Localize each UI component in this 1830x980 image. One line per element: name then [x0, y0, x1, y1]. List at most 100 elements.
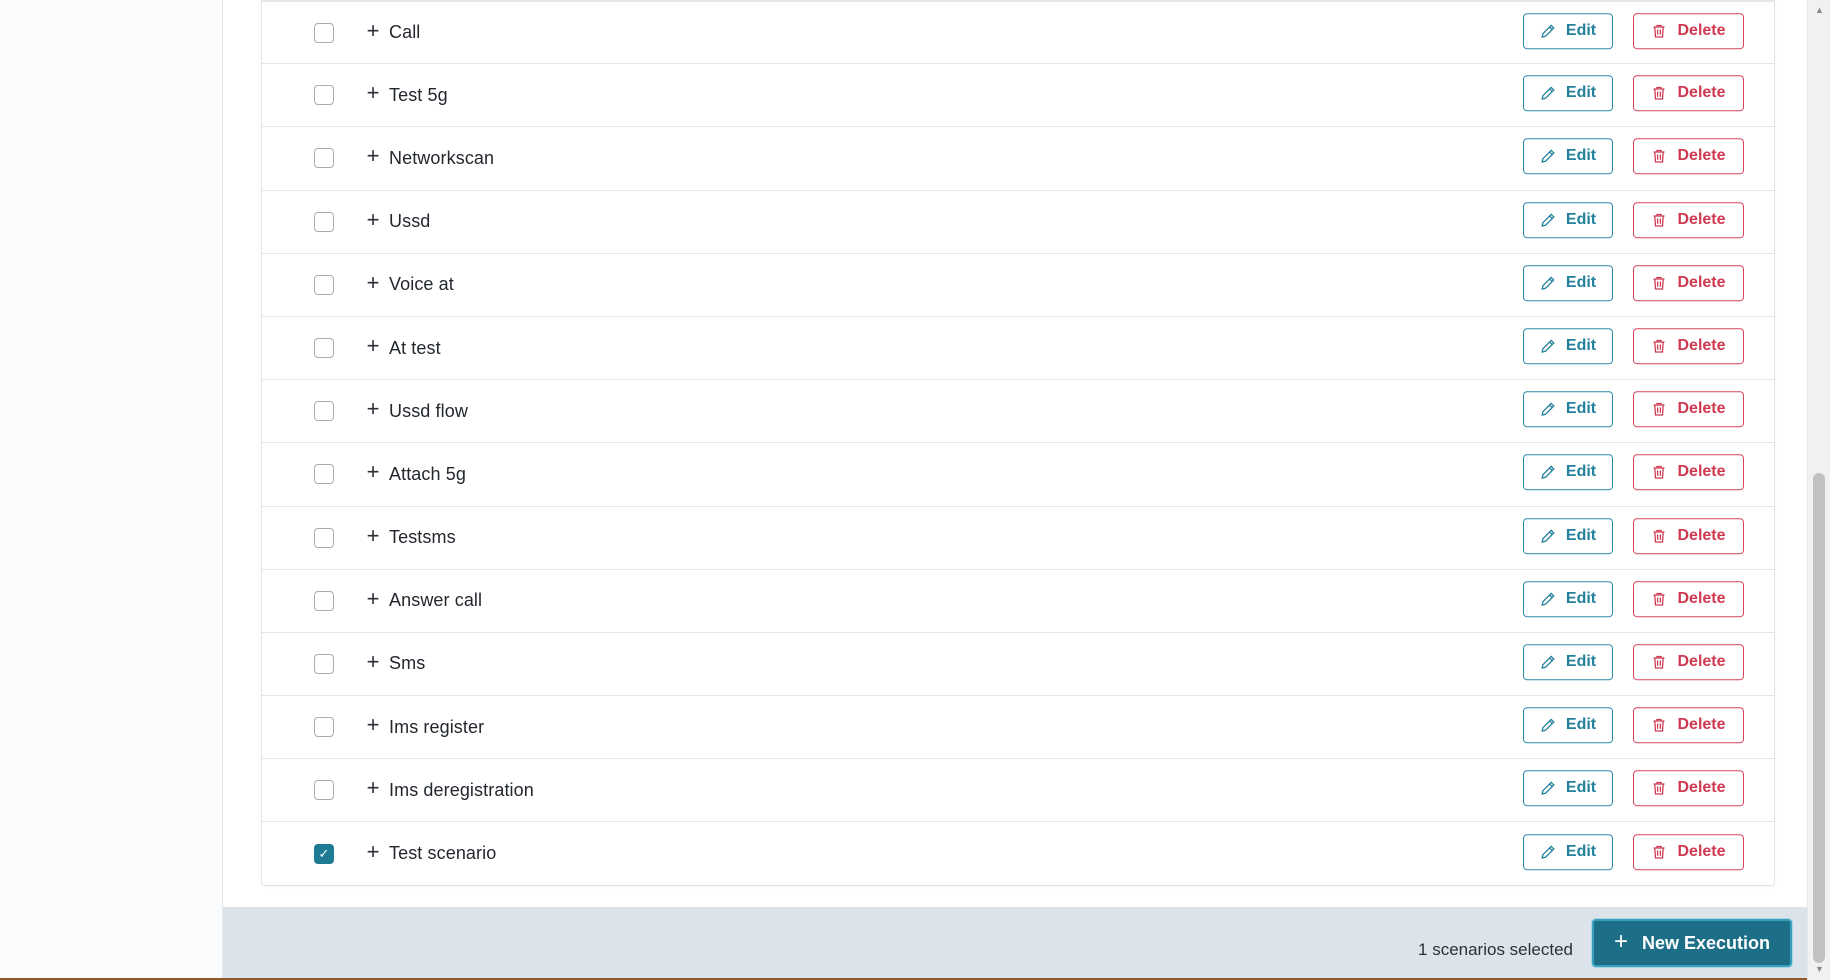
edit-button[interactable]: Edit: [1523, 138, 1613, 175]
edit-label: Edit: [1565, 274, 1597, 292]
pencil-icon: [1540, 844, 1556, 860]
scenario-checkbox[interactable]: [314, 717, 334, 738]
scenario-name: Voice at: [389, 274, 454, 295]
scenario-name: Networkscan: [389, 147, 495, 168]
pencil-icon: [1540, 781, 1556, 797]
delete-button[interactable]: Delete: [1633, 454, 1744, 491]
scenario-name: Sms: [389, 653, 426, 674]
plus-icon: +: [1613, 927, 1628, 955]
edit-button[interactable]: Edit: [1523, 265, 1613, 302]
expand-plus-icon[interactable]: +: [364, 208, 382, 230]
selected-count-text: 1 scenarios selected: [1418, 940, 1573, 959]
delete-button[interactable]: Delete: [1633, 517, 1744, 554]
scenario-name: Test scenario: [389, 843, 497, 864]
pencil-icon: [1540, 717, 1556, 733]
expand-plus-icon[interactable]: +: [364, 650, 382, 672]
edit-button[interactable]: Edit: [1523, 328, 1613, 365]
delete-button[interactable]: Delete: [1633, 75, 1744, 112]
delete-button[interactable]: Delete: [1633, 391, 1744, 428]
expand-plus-icon[interactable]: +: [364, 82, 382, 104]
scenario-row: + Ussd Edit Delete: [262, 189, 1774, 253]
delete-button[interactable]: Delete: [1633, 12, 1744, 49]
delete-button[interactable]: Delete: [1633, 707, 1744, 744]
pencil-icon: [1540, 149, 1556, 165]
scenario-checkbox[interactable]: ✓: [314, 843, 334, 864]
delete-label: Delete: [1677, 84, 1726, 102]
scenario-checkbox[interactable]: [314, 527, 334, 548]
delete-label: Delete: [1677, 653, 1726, 671]
delete-button[interactable]: Delete: [1633, 770, 1744, 807]
selection-footer: 1 scenarios selected + New Execution: [223, 907, 1807, 980]
delete-label: Delete: [1677, 463, 1726, 481]
pencil-icon: [1540, 23, 1556, 39]
delete-label: Delete: [1677, 147, 1726, 165]
delete-button[interactable]: Delete: [1633, 201, 1744, 238]
scenario-checkbox[interactable]: [314, 274, 334, 295]
expand-plus-icon[interactable]: +: [364, 334, 382, 356]
scenario-checkbox[interactable]: [314, 401, 334, 422]
scenario-checkbox[interactable]: [314, 780, 334, 801]
edit-button[interactable]: Edit: [1523, 454, 1613, 491]
delete-label: Delete: [1677, 716, 1726, 734]
edit-button[interactable]: Edit: [1523, 580, 1613, 617]
trash-icon: [1651, 212, 1667, 228]
expand-plus-icon[interactable]: +: [364, 271, 382, 293]
trash-icon: [1651, 338, 1667, 354]
expand-plus-icon[interactable]: +: [364, 524, 382, 546]
expand-plus-icon[interactable]: +: [364, 398, 382, 420]
edit-button[interactable]: Edit: [1523, 770, 1613, 807]
left-sidebar-area: [0, 0, 223, 980]
delete-button[interactable]: Delete: [1633, 328, 1744, 365]
delete-button[interactable]: Delete: [1633, 138, 1744, 175]
scenarios-table: + Call Edit Delete + Test 5g Edit Delete…: [261, 0, 1775, 886]
edit-button[interactable]: Edit: [1523, 201, 1613, 238]
scenario-checkbox[interactable]: [314, 148, 334, 169]
scenario-row: + Test 5g Edit Delete: [262, 63, 1774, 126]
scenario-checkbox[interactable]: [314, 653, 334, 674]
edit-label: Edit: [1565, 779, 1597, 797]
scroll-down-arrow-icon[interactable]: ▼: [1808, 961, 1830, 978]
scroll-up-arrow-icon[interactable]: ▲: [1808, 2, 1830, 19]
scenario-name: Ims register: [389, 716, 485, 737]
edit-button[interactable]: Edit: [1523, 75, 1613, 112]
edit-button[interactable]: Edit: [1523, 12, 1613, 49]
scenario-name: Testsms: [389, 527, 456, 548]
edit-label: Edit: [1565, 589, 1597, 607]
new-execution-button[interactable]: + New Execution: [1592, 919, 1792, 967]
scenario-checkbox[interactable]: [314, 211, 334, 232]
delete-button[interactable]: Delete: [1633, 644, 1744, 681]
expand-plus-icon[interactable]: +: [364, 461, 382, 483]
scenario-list: + Call Edit Delete + Test 5g Edit Delete…: [262, 0, 1774, 885]
edit-button[interactable]: Edit: [1523, 644, 1613, 681]
edit-button[interactable]: Edit: [1523, 707, 1613, 744]
scenario-row: + Testsms Edit Delete: [262, 505, 1774, 569]
trash-icon: [1651, 275, 1667, 291]
scenario-checkbox[interactable]: [314, 590, 334, 611]
delete-label: Delete: [1677, 526, 1726, 544]
pencil-icon: [1540, 338, 1556, 354]
edit-button[interactable]: Edit: [1523, 517, 1613, 554]
scenario-checkbox[interactable]: [314, 338, 334, 359]
expand-plus-icon[interactable]: +: [364, 713, 382, 735]
expand-plus-icon[interactable]: +: [364, 19, 382, 41]
main-content: + Call Edit Delete + Test 5g Edit Delete…: [223, 0, 1807, 980]
delete-button[interactable]: Delete: [1633, 833, 1744, 870]
expand-plus-icon[interactable]: +: [364, 587, 382, 609]
delete-button[interactable]: Delete: [1633, 265, 1744, 302]
edit-label: Edit: [1565, 526, 1597, 544]
scenario-checkbox[interactable]: [314, 464, 334, 485]
scenario-checkbox[interactable]: [314, 22, 334, 43]
expand-plus-icon[interactable]: +: [364, 777, 382, 799]
edit-button[interactable]: Edit: [1523, 391, 1613, 428]
scenario-row: + Answer call Edit Delete: [262, 568, 1774, 632]
edit-button[interactable]: Edit: [1523, 833, 1613, 870]
expand-plus-icon[interactable]: +: [364, 840, 382, 862]
edit-label: Edit: [1565, 21, 1597, 39]
expand-plus-icon[interactable]: +: [364, 145, 382, 167]
vertical-scrollbar[interactable]: ▲ ▼: [1807, 0, 1830, 980]
trash-icon: [1651, 23, 1667, 39]
delete-button[interactable]: Delete: [1633, 580, 1744, 617]
scrollbar-thumb[interactable]: [1813, 473, 1825, 963]
scenario-name: Ussd flow: [389, 400, 468, 421]
scenario-checkbox[interactable]: [314, 85, 334, 106]
